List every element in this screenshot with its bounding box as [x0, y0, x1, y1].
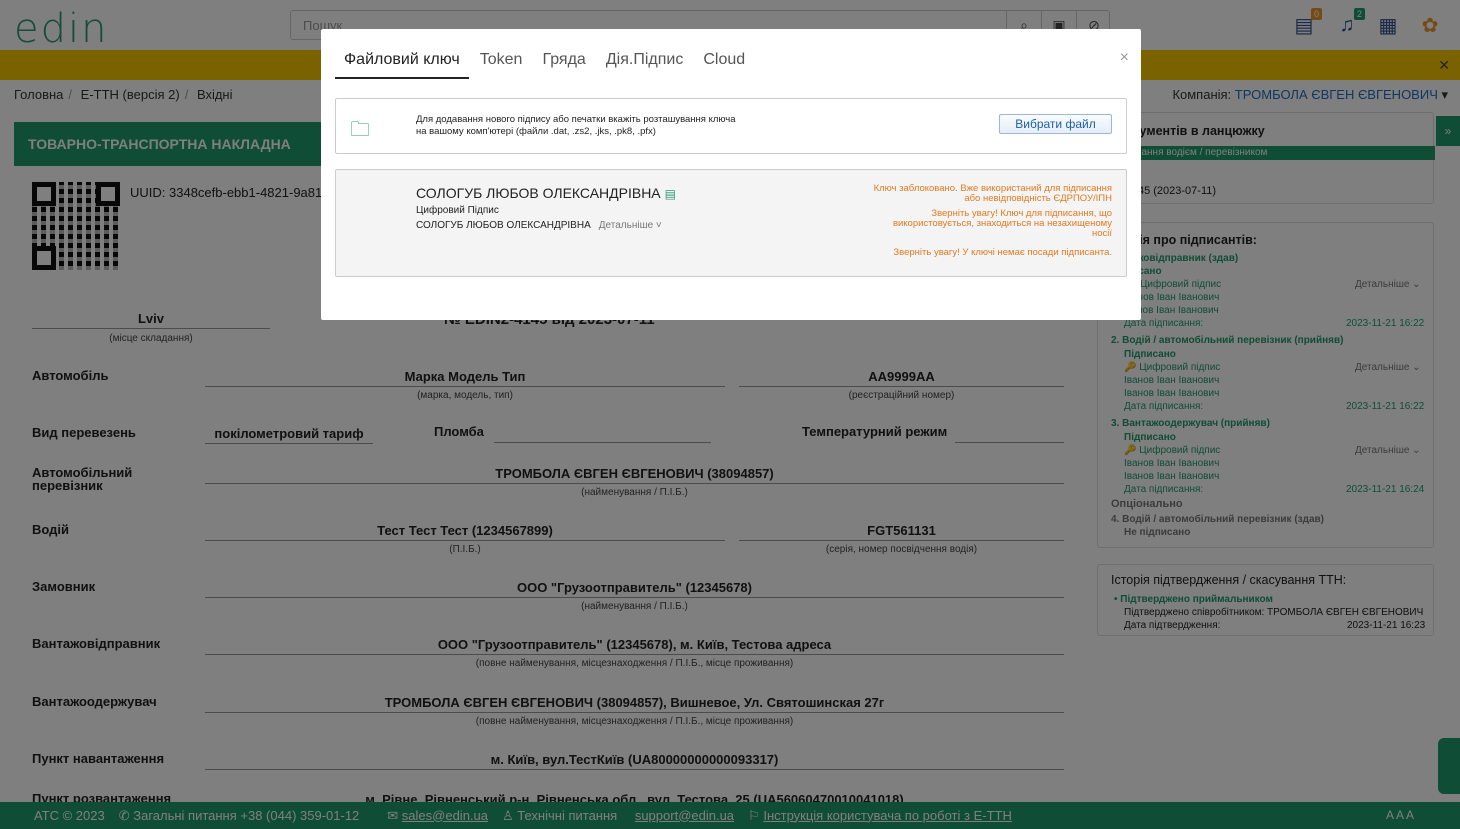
sign-modal: Файловий ключ Token Гряда Дія.Підпис Clo… [321, 29, 1141, 320]
certificate-icon: ▤ [664, 187, 676, 201]
tab-diia[interactable]: Дія.Підпис [597, 47, 693, 79]
warning-blocked: Ключ заблоковано. Вже використаний для п… [873, 183, 1112, 204]
tab-file-key[interactable]: Файловий ключ [335, 47, 469, 79]
key-more-link[interactable]: Детальніше ˅ [599, 220, 662, 231]
choose-file-button[interactable]: Вибрати файл [999, 114, 1112, 134]
file-hint: Для додавання нового підпису або печатки… [416, 114, 736, 137]
warning-no-position: Зверніть увагу! У ключі немає посади під… [893, 247, 1112, 258]
key-owner: СОЛОГУБ ЛЮБОВ ОЛЕКСАНДРІВНА Детальніше ˅ [416, 220, 662, 231]
key-card[interactable]: СОЛОГУБ ЛЮБОВ ОЛЕКСАНДРІВНА ▤ Цифровий Пі… [335, 169, 1127, 277]
tab-cloud[interactable]: Cloud [694, 47, 754, 79]
folder-add-icon: 🗀 [350, 119, 370, 141]
tab-gryada[interactable]: Гряда [533, 47, 594, 79]
warning-unprotected: Зверніть увагу! Ключ для підписання, що … [892, 208, 1112, 239]
key-name: СОЛОГУБ ЛЮБОВ ОЛЕКСАНДРІВНА ▤ [416, 185, 676, 201]
file-key-card: 🗀 Для додавання нового підпису або печат… [335, 98, 1127, 154]
modal-tabs: Файловий ключ Token Гряда Дія.Підпис Clo… [335, 47, 756, 79]
key-type: Цифровий Підпис [416, 205, 499, 216]
tab-token[interactable]: Token [471, 47, 532, 79]
close-icon[interactable]: × [1120, 49, 1129, 67]
